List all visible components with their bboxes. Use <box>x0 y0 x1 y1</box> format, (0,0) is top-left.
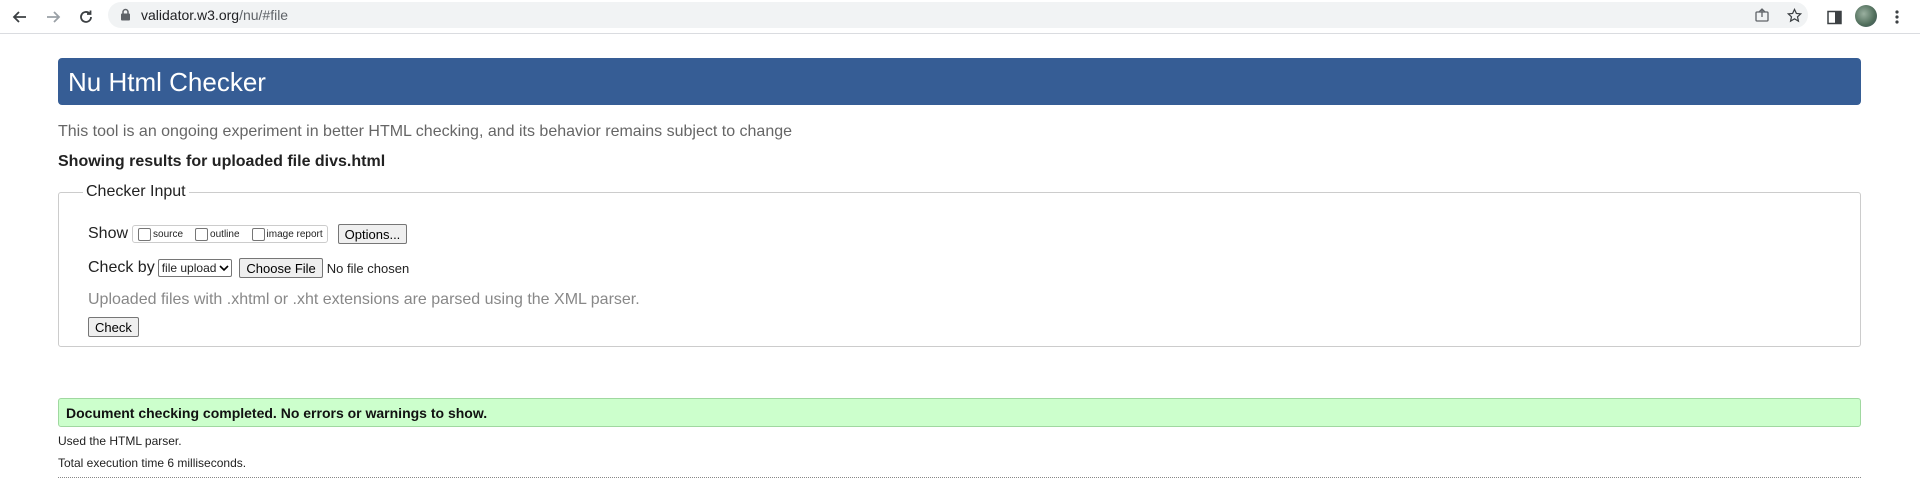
source-label: source <box>153 228 184 240</box>
reload-icon[interactable] <box>74 5 98 29</box>
back-icon[interactable] <box>8 5 32 29</box>
checker-input-legend: Checker Input <box>86 183 186 200</box>
show-row: Show source outline image report Options… <box>88 224 408 244</box>
star-icon[interactable] <box>1785 6 1803 24</box>
image-report-label: image report <box>266 228 323 240</box>
forward-icon[interactable] <box>41 5 65 29</box>
source-checkbox[interactable] <box>138 227 152 241</box>
intro-text: This tool is an ongoing experiment in be… <box>58 123 793 140</box>
xml-parser-note: Uploaded files with .xhtml or .xht exten… <box>88 291 640 308</box>
success-message: Document checking completed. No errors o… <box>58 398 1861 427</box>
url-host: validator.w3.org <box>141 7 240 23</box>
avatar[interactable] <box>1855 5 1877 27</box>
file-status: No file chosen <box>326 260 410 276</box>
lock-icon[interactable] <box>120 8 131 26</box>
show-options-box: source outline image report <box>132 225 328 243</box>
page-header: Nu Html Checker <box>58 58 1861 105</box>
check-row: Check <box>88 317 139 337</box>
menu-icon[interactable] <box>1885 5 1909 29</box>
success-text: Document checking completed. No errors o… <box>66 405 488 421</box>
show-image-report-option[interactable]: image report <box>249 227 323 241</box>
parser-info: Used the HTML parser. <box>58 434 182 448</box>
execution-time: Total execution time 6 milliseconds. <box>58 456 247 470</box>
show-outline-option[interactable]: outline <box>192 227 240 241</box>
checker-input-fieldset: Checker Input Show source outline image … <box>58 183 1861 347</box>
outline-label: outline <box>210 228 240 240</box>
url-text[interactable]: validator.w3.org/nu/#file <box>141 7 288 23</box>
results-heading: Showing results for uploaded file divs.h… <box>58 153 386 170</box>
divider <box>58 477 1861 478</box>
show-source-option[interactable]: source <box>135 227 184 241</box>
share-icon[interactable] <box>1753 6 1771 24</box>
options-button[interactable]: Options... <box>337 224 408 244</box>
page-title: Nu Html Checker <box>68 67 266 97</box>
outline-checkbox[interactable] <box>195 227 209 241</box>
choose-file-button[interactable]: Choose File <box>239 258 323 278</box>
side-panel-icon[interactable] <box>1822 5 1846 29</box>
check-by-select[interactable]: file upload <box>157 259 233 277</box>
check-by-row: Check by file upload Choose File No file… <box>88 258 409 278</box>
check-by-label: Check by <box>88 259 155 276</box>
show-label: Show <box>88 225 129 242</box>
image-report-checkbox[interactable] <box>251 227 265 241</box>
address-bar[interactable]: validator.w3.org/nu/#file <box>108 2 1808 28</box>
check-button[interactable]: Check <box>88 317 139 337</box>
url-path: /nu/#file <box>239 7 289 23</box>
chevron-down-icon <box>219 265 229 272</box>
check-by-value: file upload <box>161 261 217 275</box>
browser-toolbar: validator.w3.org/nu/#file <box>0 0 1920 34</box>
